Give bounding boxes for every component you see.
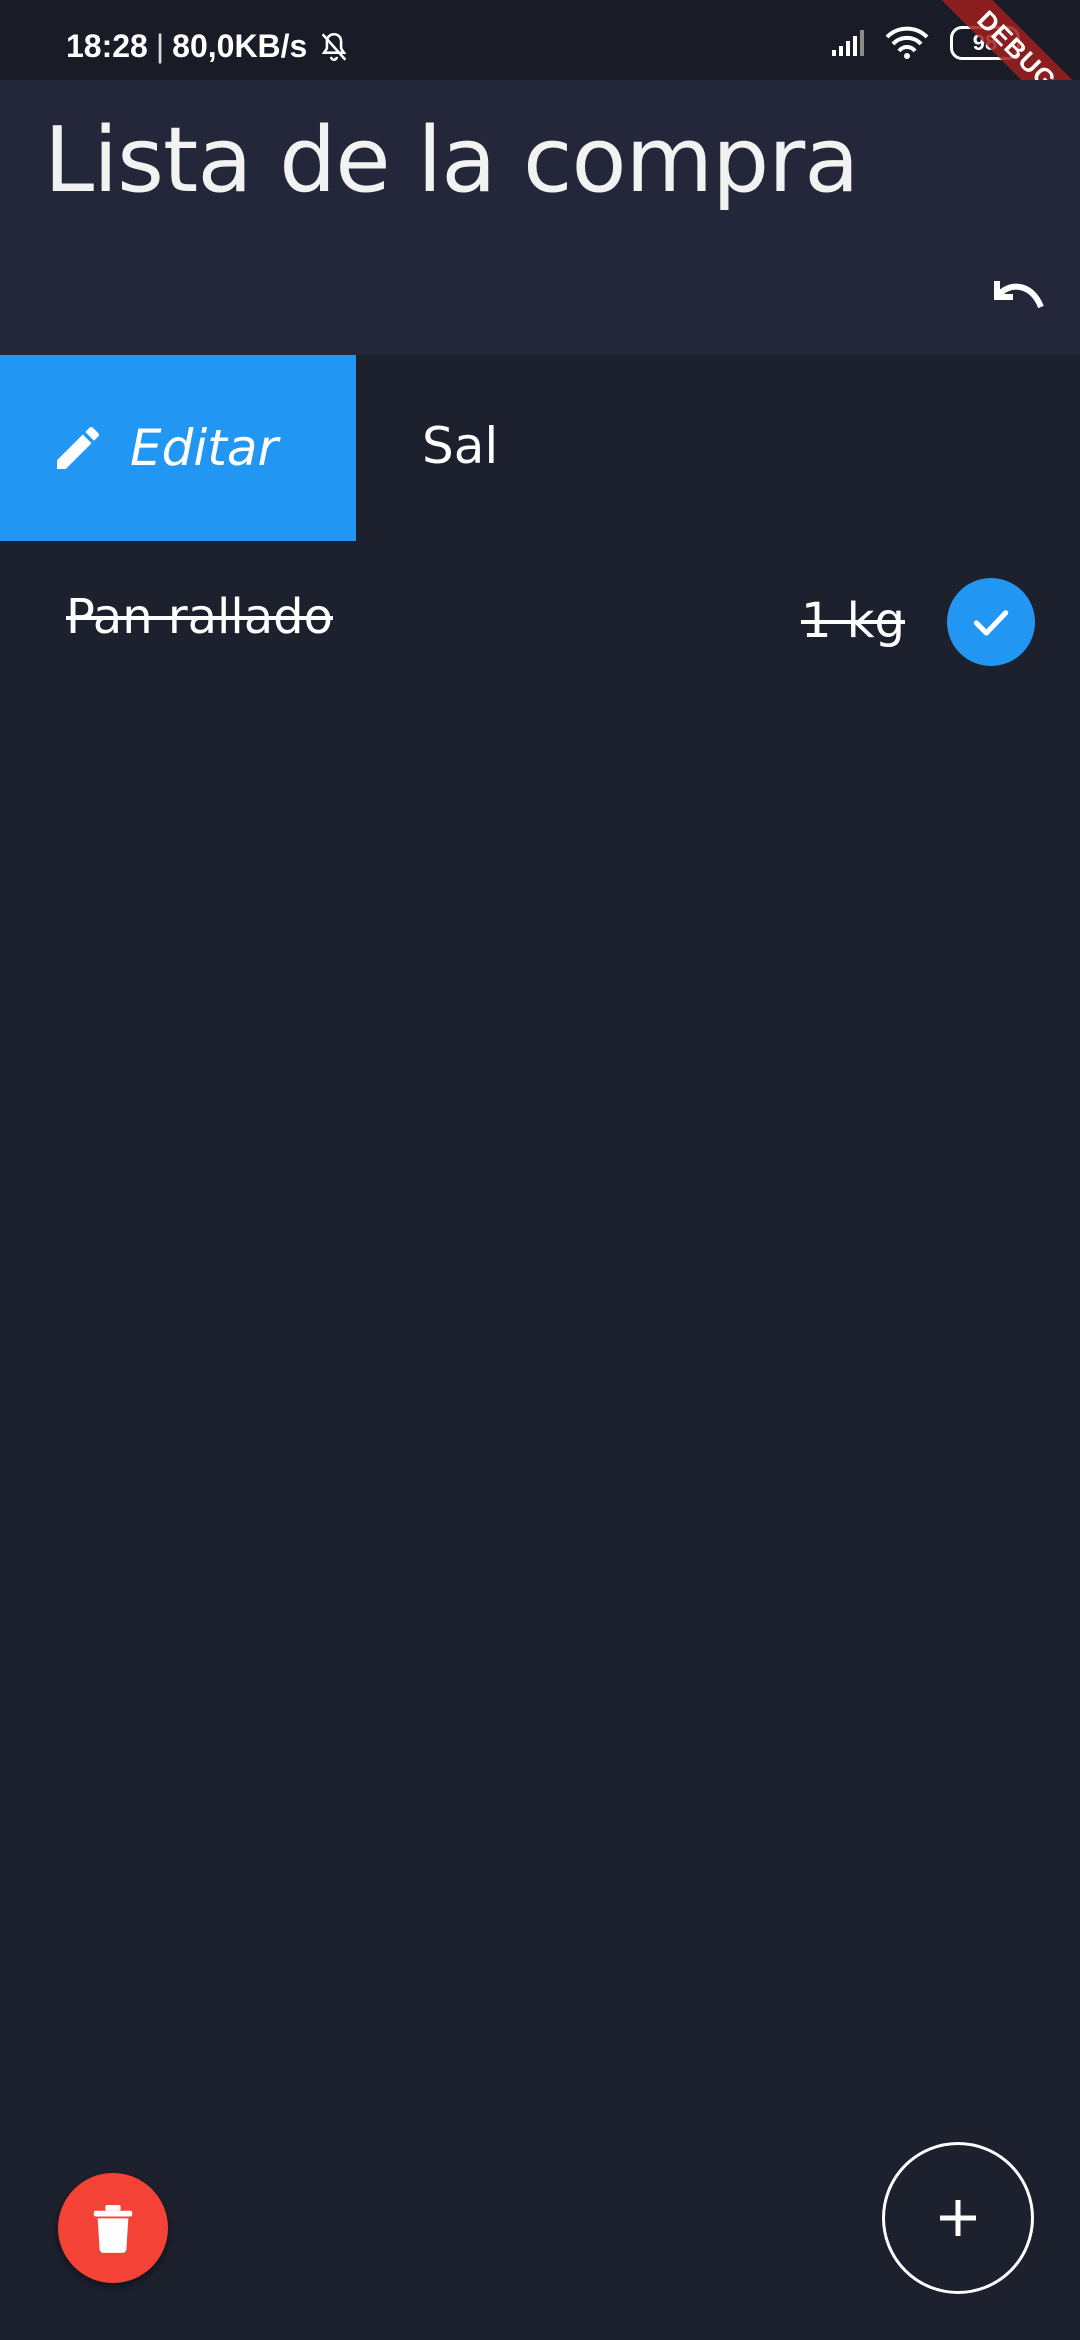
page-title: Lista de la compra — [44, 108, 859, 213]
bell-off-icon — [322, 32, 347, 61]
list-item[interactable]: Pan rallado 1 kg — [0, 541, 1080, 727]
status-bar: 18:28 | 80,0KB/s 98 — [0, 0, 1080, 80]
status-separator: | — [155, 28, 165, 64]
battery-indicator: 98 — [950, 26, 1020, 60]
battery-level: 98 — [972, 30, 998, 55]
status-time: 18:28 — [66, 28, 148, 64]
shopping-list: Editar Sal Pan rallado 1 kg — [0, 355, 1080, 727]
list-item-quantity: 1 kg — [800, 593, 905, 649]
plus-icon — [940, 2200, 976, 2236]
status-left: 18:28 | 80,0KB/s — [66, 28, 351, 65]
delete-button[interactable] — [58, 2173, 168, 2283]
add-item-button[interactable] — [882, 2142, 1034, 2294]
wifi-icon — [885, 26, 929, 59]
undo-icon — [994, 281, 1044, 309]
edit-button[interactable]: Editar — [0, 355, 356, 541]
item-checkbox[interactable] — [947, 578, 1035, 666]
list-item[interactable]: Editar Sal — [0, 355, 1080, 541]
signal-icon — [832, 30, 864, 56]
edit-button-label: Editar — [130, 419, 279, 477]
list-item-name: Pan rallado — [66, 589, 333, 645]
pencil-icon — [57, 426, 100, 469]
undo-button[interactable] — [982, 260, 1052, 330]
app-bar: Lista de la compra — [0, 80, 1080, 355]
status-right: 98 — [830, 26, 1020, 60]
list-item-name: Sal — [422, 417, 499, 475]
network-speed: 80,0KB/s — [172, 28, 308, 64]
trash-icon — [93, 2205, 133, 2253]
check-icon — [973, 610, 1009, 636]
